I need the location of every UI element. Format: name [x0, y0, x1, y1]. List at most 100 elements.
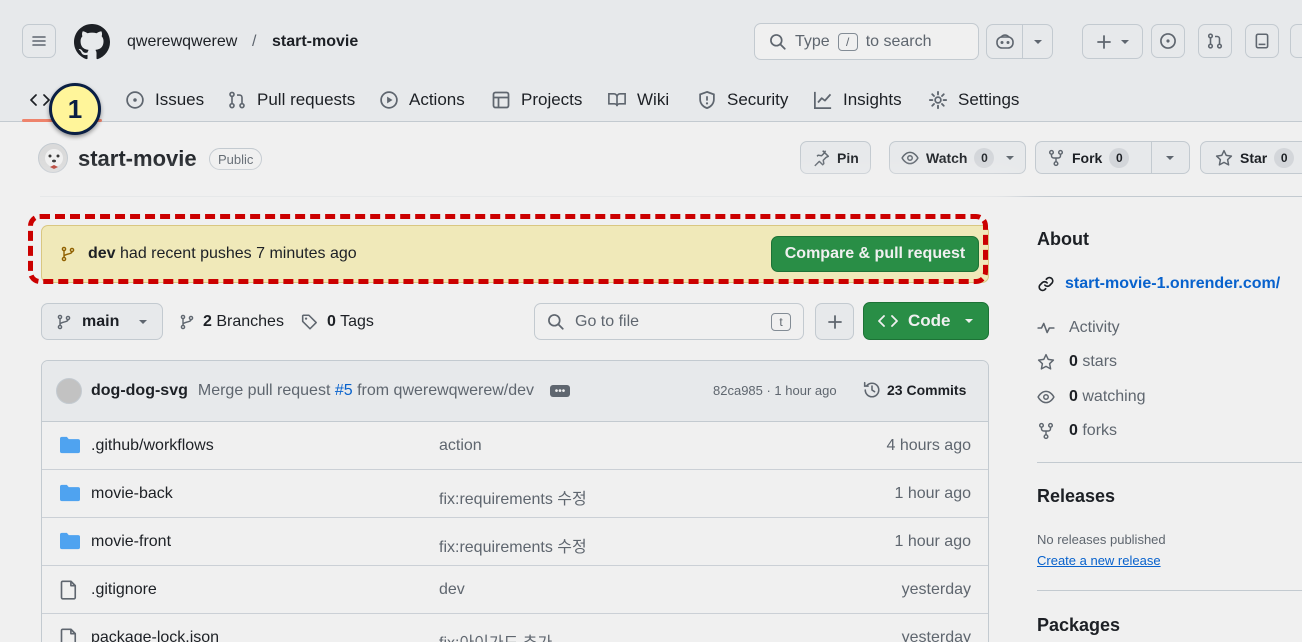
- file-name[interactable]: movie-back: [91, 485, 173, 503]
- tab-insights[interactable]: Insights: [813, 78, 902, 122]
- watch-button[interactable]: Watch 0: [890, 142, 1005, 173]
- github-logo-icon[interactable]: [74, 24, 110, 60]
- file-commit-time: yesterday: [901, 581, 971, 598]
- star-icon: [1215, 149, 1233, 166]
- packages-title[interactable]: Packages: [1037, 615, 1120, 636]
- watch-dropdown[interactable]: [1005, 142, 1025, 173]
- branch-icon: [180, 314, 194, 329]
- tab-security[interactable]: Security: [697, 78, 788, 122]
- go-to-file-input[interactable]: Go to file t: [534, 303, 804, 340]
- copilot-button[interactable]: [987, 25, 1022, 58]
- file-name[interactable]: movie-front: [91, 533, 171, 551]
- file-icon: [60, 580, 77, 600]
- stars-label: stars: [1082, 353, 1118, 370]
- file-commit-message[interactable]: fix:requirements 수정: [439, 485, 587, 509]
- table-icon: [492, 91, 510, 109]
- issues-shortcut-button[interactable]: [1151, 24, 1185, 58]
- tab-pull-requests[interactable]: Pull requests: [227, 78, 355, 122]
- file-commit-message[interactable]: fix:아이가드 추가: [439, 629, 552, 642]
- table-row[interactable]: package-lock.json fix:아이가드 추가 yesterday: [42, 614, 988, 642]
- tab-actions[interactable]: Actions: [379, 78, 465, 122]
- search-input[interactable]: Type / to search: [754, 23, 979, 60]
- website-link[interactable]: start-movie-1.onrender.com/: [1037, 275, 1280, 293]
- eye-icon: [1037, 390, 1055, 404]
- tags-link[interactable]: 0 Tags: [301, 303, 374, 340]
- activity-link[interactable]: Activity: [1037, 319, 1120, 337]
- commit-pr-link[interactable]: #5: [335, 382, 353, 399]
- sidebar-divider: [1037, 590, 1302, 591]
- commit-message-suffix: from qwerewqwerew/dev: [357, 382, 535, 399]
- tab-settings[interactable]: Settings: [928, 78, 1019, 122]
- folder-icon: [60, 484, 80, 502]
- forks-link[interactable]: 0 forks: [1037, 422, 1117, 440]
- tab-issues[interactable]: Issues: [125, 78, 204, 122]
- pull-requests-shortcut-button[interactable]: [1198, 24, 1232, 58]
- owner-avatar[interactable]: [38, 143, 68, 173]
- folder-icon: [60, 436, 80, 454]
- copilot-button-group: [986, 24, 1053, 59]
- table-row[interactable]: movie-front fix:requirements 수정 1 hour a…: [42, 518, 988, 566]
- watch-label: Watch: [926, 149, 968, 166]
- branches-count: 2: [203, 312, 212, 330]
- file-table: dog-dog-svg Merge pull request #5 from q…: [41, 360, 989, 642]
- file-commit-message[interactable]: action: [439, 437, 482, 455]
- copilot-dropdown-button[interactable]: [1022, 25, 1052, 58]
- create-release-link[interactable]: Create a new release: [1037, 553, 1161, 568]
- commits-history-link[interactable]: 23 Commits: [863, 381, 966, 399]
- create-new-button[interactable]: [1082, 24, 1143, 59]
- commit-hash-time[interactable]: 82ca985 · 1 hour ago: [713, 383, 837, 398]
- watching-count: 0: [1069, 388, 1078, 405]
- file-name[interactable]: .gitignore: [91, 581, 157, 599]
- fork-dropdown[interactable]: [1150, 142, 1189, 173]
- file-commit-message[interactable]: fix:requirements 수정: [439, 533, 587, 557]
- file-commit-time: 1 hour ago: [894, 533, 971, 550]
- latest-commit-bar: dog-dog-svg Merge pull request #5 from q…: [42, 361, 988, 422]
- watching-link[interactable]: 0 watching: [1037, 388, 1146, 406]
- file-name[interactable]: package-lock.json: [91, 629, 219, 642]
- commit-author-avatar[interactable]: [56, 378, 82, 404]
- code-button[interactable]: Code: [863, 302, 989, 340]
- releases-title[interactable]: Releases: [1037, 486, 1115, 507]
- tab-projects-label: Projects: [521, 90, 583, 109]
- tab-actions-label: Actions: [409, 90, 465, 109]
- add-file-button[interactable]: [815, 303, 854, 340]
- pin-button[interactable]: Pin: [800, 141, 871, 174]
- table-row[interactable]: .gitignore dev yesterday: [42, 566, 988, 614]
- branches-link[interactable]: 2 Branches: [179, 303, 284, 340]
- tag-icon: [301, 313, 317, 330]
- search-icon: [770, 33, 786, 50]
- repo-title[interactable]: start-movie: [78, 146, 197, 172]
- table-row[interactable]: movie-back fix:requirements 수정 1 hour ag…: [42, 470, 988, 518]
- hamburger-icon: [32, 36, 46, 46]
- tab-code[interactable]: [30, 78, 50, 122]
- star-button[interactable]: Star 0: [1200, 141, 1302, 174]
- commit-expand-button[interactable]: •••: [550, 385, 571, 397]
- shield-icon: [699, 90, 715, 110]
- tab-wiki[interactable]: Wiki: [607, 78, 669, 122]
- tab-security-label: Security: [727, 90, 789, 109]
- commit-message-prefix: Merge pull request: [197, 382, 331, 399]
- file-name[interactable]: .github/workflows: [91, 437, 214, 455]
- pull-request-icon: [229, 91, 245, 109]
- stars-link[interactable]: 0 stars: [1037, 353, 1117, 371]
- breadcrumb-separator: /: [252, 33, 257, 50]
- issue-circle-icon: [1160, 33, 1176, 49]
- file-commit-message[interactable]: dev: [439, 581, 465, 599]
- tab-projects[interactable]: Projects: [491, 78, 582, 122]
- inbox-button[interactable]: [1245, 24, 1279, 58]
- avatar-button[interactable]: [1290, 24, 1302, 58]
- menu-button[interactable]: [22, 24, 56, 58]
- link-icon: [1038, 276, 1054, 292]
- table-row[interactable]: .github/workflows action 4 hours ago: [42, 422, 988, 470]
- breadcrumb-repo[interactable]: start-movie: [272, 33, 358, 51]
- commit-message[interactable]: Merge pull request #5 from qwerewqwerew/…: [198, 382, 534, 400]
- caret-down-icon: [139, 319, 147, 324]
- breadcrumb-owner[interactable]: qwerewqwerew: [127, 33, 237, 51]
- graph-icon: [814, 91, 832, 109]
- file-commit-time: 1 hour ago: [894, 485, 971, 502]
- fork-button[interactable]: Fork 0: [1036, 142, 1151, 173]
- about-title: About: [1037, 229, 1089, 249]
- branch-selector[interactable]: main: [41, 303, 163, 340]
- plus-icon: [1096, 34, 1111, 49]
- commit-author[interactable]: dog-dog-svg: [91, 382, 188, 400]
